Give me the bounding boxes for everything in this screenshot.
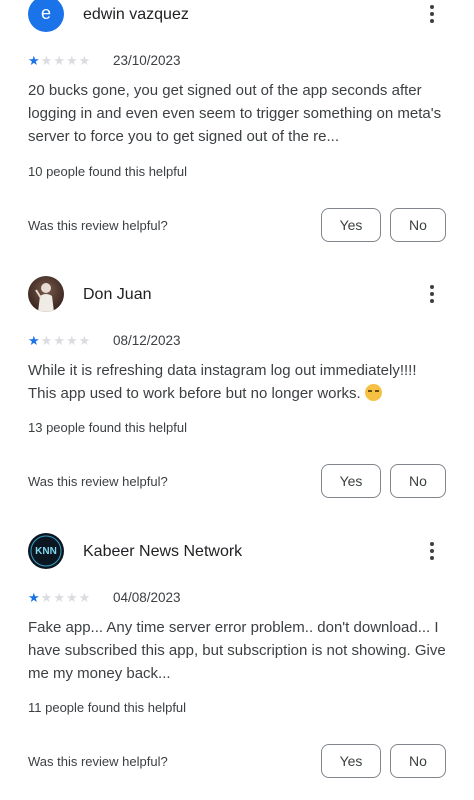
more-vert-icon (430, 542, 434, 546)
reviewer-avatar: KNN (28, 533, 64, 569)
more-vert-icon-dot (430, 556, 434, 560)
star-empty-icon: ★ (40, 590, 53, 605)
reviewer-name: Kabeer News Network (83, 543, 243, 560)
more-vert-icon-dot (430, 549, 434, 553)
helpful-yes-button[interactable]: Yes (321, 744, 381, 778)
helpful-no-button[interactable]: No (390, 744, 446, 778)
star-rating: ★ ★ ★ ★ ★ (28, 591, 90, 605)
star-empty-icon: ★ (53, 590, 65, 605)
star-empty-icon: ★ (78, 590, 91, 605)
star-filled-icon: ★ (28, 590, 40, 605)
review-date: 04/08/2023 (113, 590, 181, 605)
more-options-button[interactable] (418, 537, 446, 565)
star-empty-icon: ★ (65, 590, 78, 605)
review-card: KNN Kabeer News Network ★ ★ ★ ★ ★ 04/08/… (0, 0, 474, 800)
knn-logo-avatar-icon: KNN (28, 533, 64, 569)
helpful-count: 11 people found this helpful (28, 700, 187, 715)
helpful-question: Was this review helpful? (28, 754, 168, 769)
review-text[interactable]: Fake app... Any time server error proble… (28, 616, 448, 685)
avatar-logo-text: KNN (35, 546, 57, 557)
